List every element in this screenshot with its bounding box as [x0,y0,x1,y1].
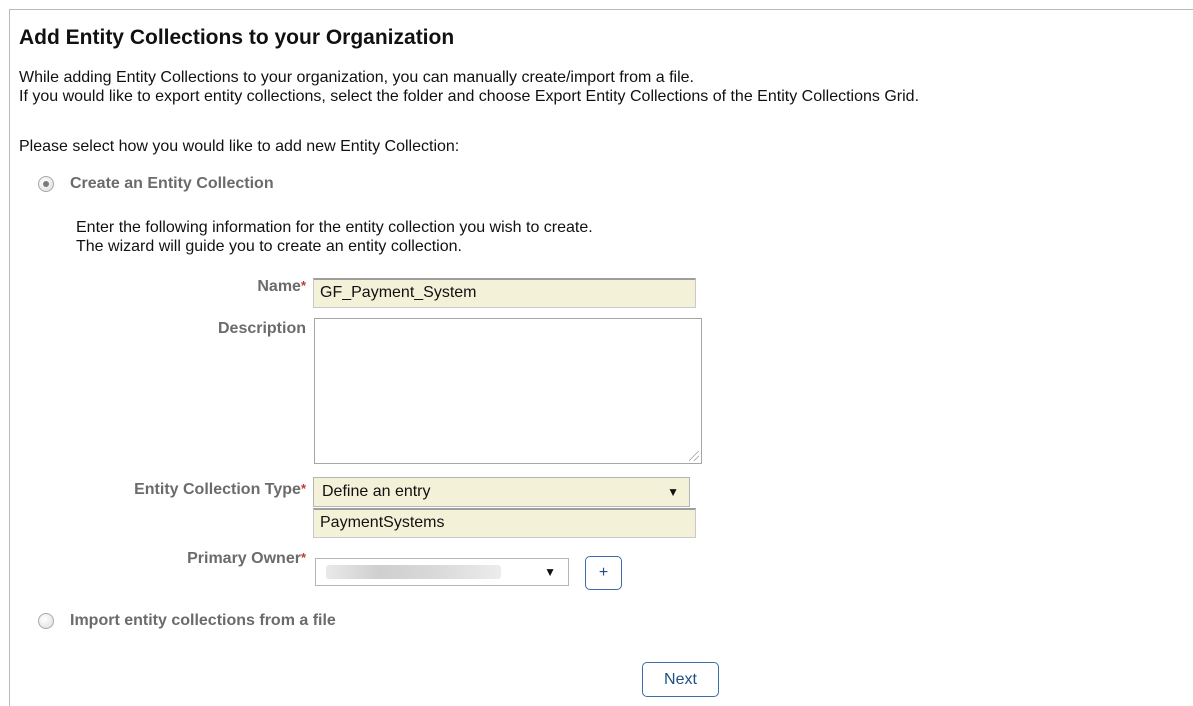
type-label: Entity Collection Type* [134,481,306,498]
import-radio[interactable] [38,613,54,629]
chevron-down-icon: ▼ [544,565,556,579]
required-marker: * [300,481,306,496]
selection-prompt: Please select how you would like to add … [19,138,460,155]
entity-collection-type-select[interactable]: Define an entry ▼ [313,477,690,507]
chevron-down-icon: ▼ [667,485,679,499]
create-desc-line: Enter the following information for the … [76,219,593,236]
intro-line: While adding Entity Collections to your … [19,69,694,86]
page-title: Add Entity Collections to your Organizat… [19,26,455,49]
required-marker: * [300,278,306,293]
resize-grip-icon[interactable] [689,451,699,461]
create-description: Enter the following information for the … [76,218,593,256]
type-selected-value: Define an entry [322,483,431,500]
intro-line: If you would like to export entity colle… [19,88,920,105]
required-marker: * [300,550,306,565]
description-label: Description [217,320,306,337]
primary-owner-select[interactable]: ▼ [315,558,569,586]
redacted-owner-value [326,565,501,579]
name-label: Name* [257,278,306,295]
create-desc-line: The wizard will guide you to create an e… [76,238,462,255]
description-textarea[interactable] [314,318,702,464]
import-option-label[interactable]: Import entity collections from a file [70,612,336,630]
create-radio[interactable] [38,176,54,192]
add-owner-button[interactable]: + [585,556,622,590]
owner-label: Primary Owner* [187,550,306,567]
name-input[interactable]: GF_Payment_System [313,278,696,308]
next-button[interactable]: Next [642,662,719,697]
create-option-label[interactable]: Create an Entity Collection [70,175,274,193]
type-entry-input[interactable]: PaymentSystems [313,508,696,538]
create-option[interactable]: Create an Entity Collection [38,175,274,193]
intro-text: While adding Entity Collections to your … [19,68,919,106]
import-option[interactable]: Import entity collections from a file [38,612,336,630]
